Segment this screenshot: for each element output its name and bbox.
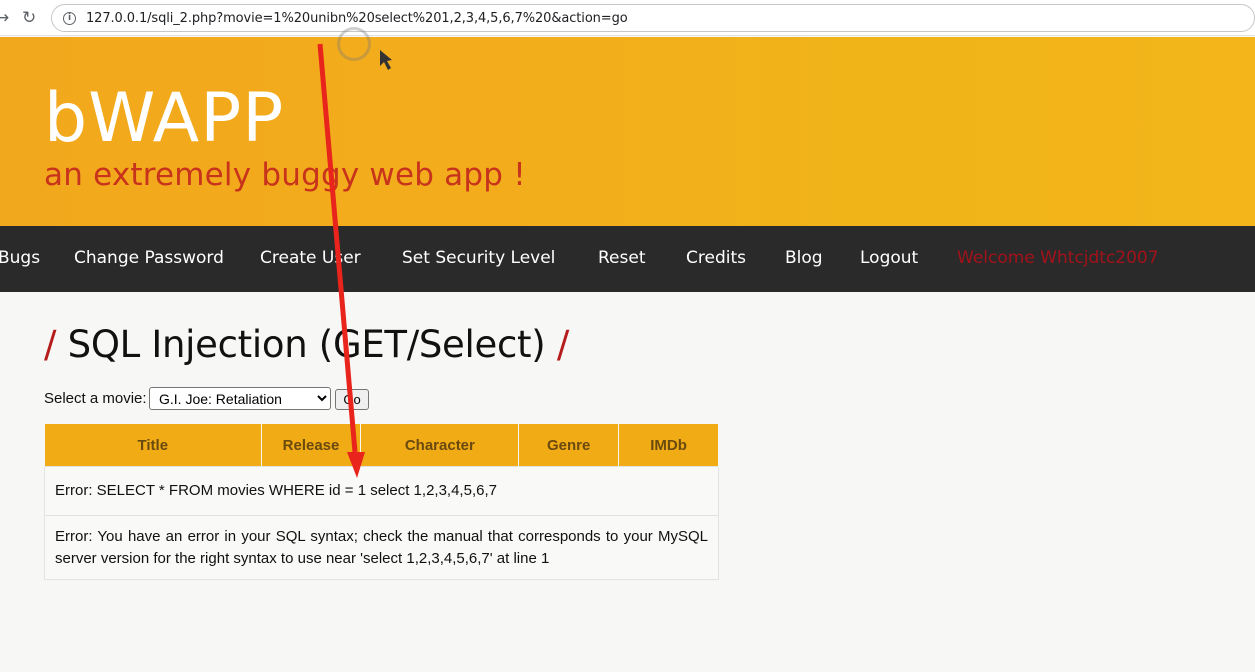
column-header-imdb: IMDb bbox=[618, 423, 719, 467]
error-query-text: Error: SELECT * FROM movies WHERE id = 1… bbox=[44, 466, 719, 516]
title-slash-right: / bbox=[556, 323, 569, 366]
arrow-back-icon[interactable]: → bbox=[0, 8, 9, 28]
menu-item-create-user[interactable]: Create User bbox=[260, 248, 361, 268]
menu-item-logout[interactable]: Logout bbox=[860, 248, 918, 268]
table-row: Error: You have an error in your SQL syn… bbox=[44, 515, 719, 580]
menu-item-set-security-level[interactable]: Set Security Level bbox=[402, 248, 555, 268]
menu-item-change-password[interactable]: Change Password bbox=[74, 248, 224, 268]
url-text[interactable]: 127.0.0.1/sqli_2.php?movie=1%20unibn%20s… bbox=[86, 11, 628, 26]
main-menu: Bugs Change Password Create User Set Sec… bbox=[0, 226, 1255, 292]
table-header-row: Title Release Character Genre IMDb bbox=[44, 423, 719, 467]
site-logo: bWAPP bbox=[44, 79, 285, 158]
table-row: Error: SELECT * FROM movies WHERE id = 1… bbox=[44, 466, 719, 516]
menu-item-credits[interactable]: Credits bbox=[686, 248, 746, 268]
title-slash-left: / bbox=[44, 323, 57, 366]
address-bar[interactable]: i 127.0.0.1/sqli_2.php?movie=1%20unibn%2… bbox=[51, 4, 1255, 32]
go-button[interactable]: Go bbox=[335, 389, 369, 410]
column-header-release: Release bbox=[260, 423, 362, 467]
column-header-title: Title bbox=[44, 423, 262, 467]
page-title-text: SQL Injection (GET/Select) bbox=[67, 323, 546, 366]
column-header-genre: Genre bbox=[518, 423, 620, 467]
site-header: bWAPP an extremely buggy web app ! bbox=[0, 37, 1255, 226]
info-icon[interactable]: i bbox=[63, 12, 76, 25]
reload-icon[interactable]: ↻ bbox=[22, 8, 36, 28]
site-tagline: an extremely buggy web app ! bbox=[44, 157, 526, 193]
menu-item-blog[interactable]: Blog bbox=[785, 248, 823, 268]
error-syntax-text: Error: You have an error in your SQL syn… bbox=[44, 515, 719, 580]
movie-select-label: Select a movie: bbox=[44, 390, 147, 407]
page-title: / SQL Injection (GET/Select) / bbox=[44, 323, 569, 366]
browser-toolbar: → ↻ i 127.0.0.1/sqli_2.php?movie=1%20uni… bbox=[0, 0, 1255, 36]
welcome-user-text: Welcome Whtcjdtc2007 bbox=[957, 248, 1159, 268]
movie-select[interactable]: G.I. Joe: Retaliation bbox=[149, 387, 331, 410]
results-table: Title Release Character Genre IMDb Error… bbox=[44, 423, 719, 580]
menu-item-bugs[interactable]: Bugs bbox=[0, 248, 40, 268]
cursor-highlight-ring bbox=[337, 27, 371, 61]
menu-item-reset[interactable]: Reset bbox=[598, 248, 646, 268]
column-header-character: Character bbox=[360, 423, 520, 467]
